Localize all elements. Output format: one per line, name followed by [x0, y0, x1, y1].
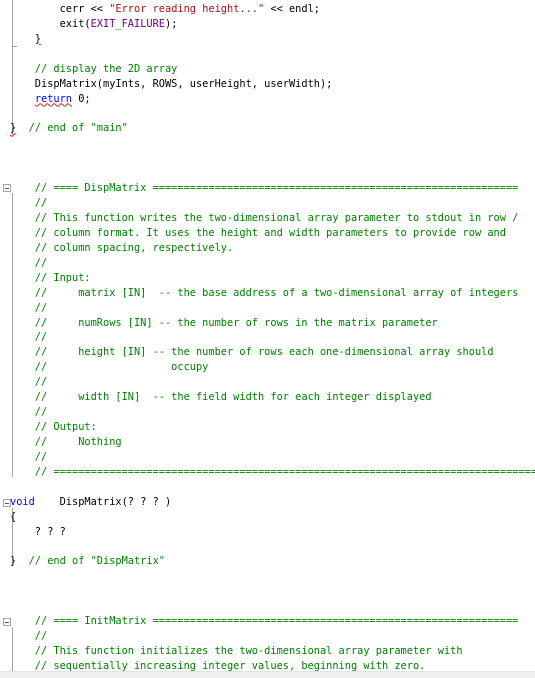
- code-comment: //: [10, 256, 48, 269]
- code-line[interactable]: // This function initializes the two-dim…: [10, 644, 463, 659]
- code-line[interactable]: // column format. It uses the height and…: [10, 226, 506, 241]
- code-comment: // column spacing, respectively.: [10, 241, 234, 254]
- code-keyword: return: [34, 92, 73, 105]
- code-line[interactable]: // width [IN] -- the field width for eac…: [10, 390, 432, 405]
- code-line[interactable]: //: [10, 405, 47, 420]
- code-comment: // display the 2D array: [10, 62, 178, 75]
- code-comment: // Input:: [10, 271, 91, 284]
- code-comment: // height [IN] -- the number of rows eac…: [10, 346, 494, 359]
- code-comment: //: [10, 197, 48, 210]
- code-line[interactable]: //: [10, 301, 47, 316]
- code-line[interactable]: }: [10, 32, 41, 47]
- code-line[interactable]: // Nothing: [10, 435, 122, 450]
- code-line[interactable]: return 0;: [10, 92, 91, 107]
- code-token: << endl;: [264, 3, 320, 15]
- code-macro: EXIT_FAILURE: [90, 17, 165, 30]
- code-comment: // Output:: [10, 421, 97, 434]
- code-line[interactable]: //: [10, 629, 47, 644]
- code-line[interactable]: ? ? ?: [10, 525, 66, 540]
- code-editor[interactable]: cerr << "Error reading height..." << end…: [0, 0, 535, 671]
- code-comment: // end of "DispMatrix": [16, 555, 165, 568]
- code-comment: // Nothing: [10, 435, 122, 448]
- code-keyword: void: [10, 495, 35, 508]
- code-line[interactable]: // column spacing, respectively.: [10, 241, 233, 256]
- code-comment: // This function writes the two-dimensio…: [10, 212, 519, 225]
- code-comment: // end of "main": [16, 122, 128, 135]
- code-token: cerr <<: [10, 3, 110, 15]
- code-token: {: [10, 510, 17, 523]
- code-comment: // column format. It uses the height and…: [10, 226, 506, 239]
- code-line[interactable]: // height [IN] -- the number of rows eac…: [10, 345, 494, 360]
- code-line[interactable]: // ==== DispMatrix =====================…: [10, 181, 519, 196]
- code-string: "Error reading height...": [109, 3, 265, 15]
- code-token: DispMatrix(myInts, ROWS, userHeight, use…: [10, 77, 333, 90]
- code-line[interactable]: // sequentially increasing integer value…: [10, 659, 426, 671]
- code-comment: // ==== InitMatrix =====================…: [10, 615, 519, 628]
- code-comment: // sequentially increasing integer value…: [10, 659, 426, 671]
- code-line[interactable]: void DispMatrix(? ? ? ): [10, 495, 171, 510]
- code-token: exit(: [10, 17, 91, 30]
- code-comment: // =====================================…: [10, 465, 535, 478]
- code-line[interactable]: {: [10, 510, 16, 525]
- code-line[interactable]: //: [10, 256, 47, 271]
- code-line[interactable]: // matrix [IN] -- the base address of a …: [10, 286, 519, 301]
- code-line[interactable]: exit(EXIT_FAILURE);: [10, 17, 178, 32]
- code-comment: // ==== DispMatrix =====================…: [10, 182, 519, 195]
- code-line[interactable]: // Output:: [10, 420, 97, 435]
- code-line[interactable]: } // end of "DispMatrix": [10, 554, 165, 569]
- code-comment: //: [10, 406, 48, 419]
- code-comment: // width [IN] -- the field width for eac…: [10, 391, 432, 404]
- code-line[interactable]: //: [10, 375, 47, 390]
- code-line[interactable]: DispMatrix(myInts, ROWS, userHeight, use…: [10, 77, 333, 92]
- code-comment: // numRows [IN] -- the number of rows in…: [10, 316, 438, 329]
- code-token: 0;: [72, 92, 91, 105]
- code-comment: // matrix [IN] -- the base address of a …: [10, 286, 519, 299]
- code-line[interactable]: cerr << "Error reading height..." << end…: [10, 2, 320, 17]
- code-comment: //: [10, 450, 48, 463]
- code-line[interactable]: } // end of "main": [10, 121, 128, 136]
- code-comment: //: [10, 376, 48, 389]
- code-comment: //: [10, 331, 48, 344]
- code-line[interactable]: //: [10, 450, 47, 465]
- code-line[interactable]: // Input:: [10, 271, 91, 286]
- code-comment: // This function initializes the two-dim…: [10, 644, 463, 657]
- code-line[interactable]: // display the 2D array: [10, 62, 178, 77]
- code-comment: // occupy: [10, 361, 209, 374]
- code-token: );: [165, 17, 178, 30]
- code-line[interactable]: // =====================================…: [10, 465, 535, 480]
- code-line[interactable]: //: [10, 330, 47, 345]
- code-comment: //: [10, 630, 48, 643]
- code-line[interactable]: // This function writes the two-dimensio…: [10, 211, 519, 226]
- code-line[interactable]: // numRows [IN] -- the number of rows in…: [10, 316, 438, 331]
- code-line[interactable]: // ==== InitMatrix =====================…: [10, 614, 519, 629]
- code-comment: //: [10, 301, 48, 314]
- code-line[interactable]: //: [10, 196, 47, 211]
- code-token: ? ? ?: [10, 525, 66, 538]
- code-token: }: [34, 32, 42, 45]
- code-token: DispMatrix(? ? ? ): [34, 495, 172, 508]
- code-line[interactable]: // occupy: [10, 360, 209, 375]
